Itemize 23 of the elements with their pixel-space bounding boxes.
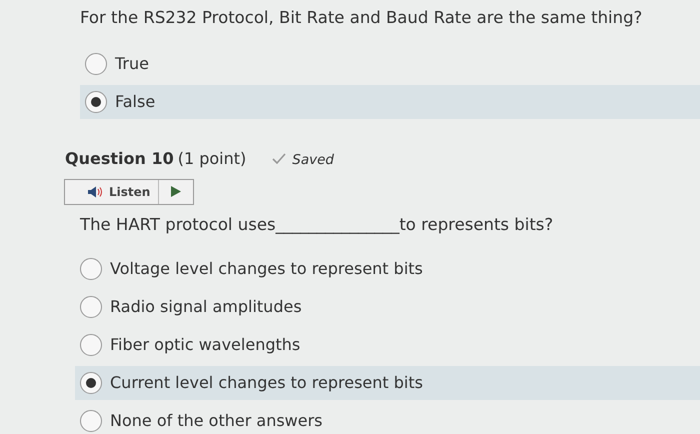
option-label[interactable]: Current level changes to represent bits — [110, 370, 423, 394]
radio-button[interactable] — [80, 296, 102, 318]
option-label[interactable]: True — [115, 52, 149, 76]
question-text: The HART protocol uses_______________to represents bits? — [80, 214, 554, 236]
play-icon[interactable] — [171, 186, 182, 198]
listen-button[interactable]: Listen — [64, 178, 194, 205]
option-label[interactable]: None of the other answers — [110, 408, 323, 432]
question-text: For the RS232 Protocol, Bit Rate and Baud Rate are the same thing? — [80, 7, 644, 29]
radio-button[interactable] — [80, 410, 102, 432]
saved-status: Saved — [292, 150, 334, 170]
question-points: (1 point) — [178, 148, 246, 170]
option-label[interactable]: Radio signal amplitudes — [110, 294, 302, 318]
option-label[interactable]: Fiber optic wavelengths — [110, 332, 300, 356]
option-label[interactable]: Voltage level changes to represent bits — [110, 256, 423, 280]
question-title: Question 10 — [65, 148, 174, 170]
radio-button[interactable] — [80, 258, 102, 280]
radio-button[interactable] — [85, 90, 107, 113]
radio-button[interactable] — [80, 372, 102, 394]
speaker-icon — [87, 186, 103, 198]
radio-button[interactable] — [85, 52, 107, 75]
checkmark-icon — [272, 152, 286, 164]
option-label[interactable]: False — [115, 90, 156, 114]
radio-button[interactable] — [80, 334, 102, 356]
